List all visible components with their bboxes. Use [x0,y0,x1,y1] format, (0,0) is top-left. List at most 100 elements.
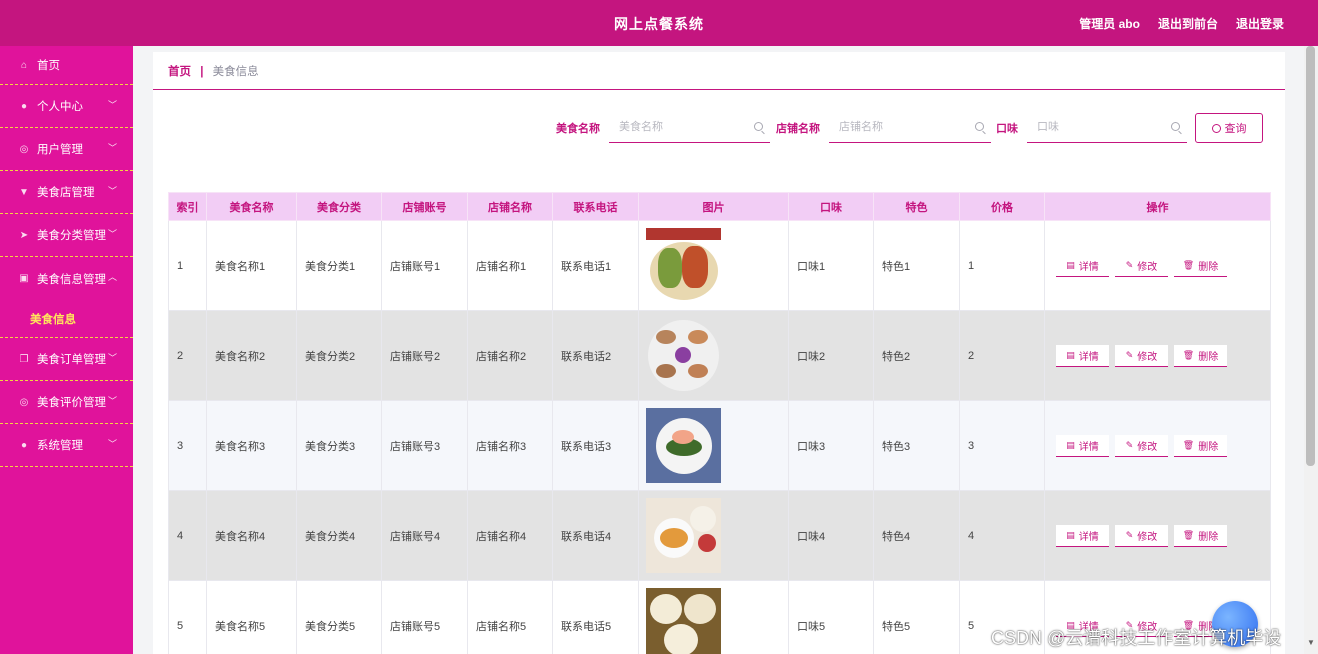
edit-button[interactable]: ✎ 修改 [1115,344,1168,367]
sidebar-item-category-management[interactable]: ➤ 美食分类管理 ﹀ [0,214,133,257]
taste-label: 口味 [996,123,1018,135]
cell-taste: 口味3 [788,400,874,491]
cell-shop-account: 店铺账号3 [381,400,468,491]
top-bar-actions: 管理员 abo 退出到前台 退出登录 [1079,15,1284,32]
user-icon: ● [20,439,28,451]
table-row: 1 美食名称1 美食分类1 店铺账号1 店铺名称1 联系电话1 口味1 特色1 1 ▤ 详情 ✎ 修改 🗑… [168,220,1271,311]
cell-phone: 联系电话1 [552,220,639,311]
edit-button[interactable]: ✎ 修改 [1115,524,1168,547]
food-image [646,318,721,393]
table-header-row: 索引 美食名称 美食分类 店铺账号 店铺名称 联系电话 图片 口味 特色 价格 … [168,192,1271,221]
column-header: 店铺账号 [381,192,468,221]
taste-input[interactable] [1027,113,1187,141]
send-icon: ➤ [19,229,29,241]
edit-button-label: 修改 [1137,351,1158,363]
food-image [646,588,721,654]
chevron-down-icon: ﹀ [107,186,117,196]
trash-icon: 🗑 [1182,259,1195,270]
delete-button-label: 删除 [1198,531,1219,543]
sidebar-item-label: 美食店管理 [37,187,95,199]
scrollbar-thumb[interactable] [1306,46,1315,466]
shop-name-input[interactable] [829,113,991,141]
cell-feature: 特色2 [873,310,960,401]
table-row: 3 美食名称3 美食分类3 店铺账号3 店铺名称3 联系电话3 口味3 特色3 3 ▤ 详情 ✎ 修改 🗑… [168,400,1271,491]
delete-button[interactable]: 🗑 删除 [1174,434,1227,457]
column-header: 价格 [959,192,1045,221]
edit-button[interactable]: ✎ 修改 [1115,434,1168,457]
cell-category: 美食分类2 [296,310,382,401]
breadcrumb-separator: | [200,66,204,78]
breadcrumb-home[interactable]: 首页 [168,66,191,78]
delete-button[interactable]: 🗑 删除 [1174,524,1227,547]
breadcrumb: 首页 | 美食信息 [168,63,259,79]
sidebar-item-food-info-management[interactable]: ▣ 美食信息管理 ︿ [0,257,133,300]
document-icon: ▤ [1066,349,1075,360]
table-row: 4 美食名称4 美食分类4 店铺账号4 店铺名称4 联系电话4 口味4 特色4 4 ▤ 详情 ✎ 修改 🗑… [168,490,1271,581]
cell-phone: 联系电话5 [552,580,639,654]
cell-shop-account: 店铺账号4 [381,490,468,581]
cell-shop-account: 店铺账号5 [381,580,468,654]
pencil-icon: ✎ [1125,259,1134,270]
column-header: 索引 [168,192,207,221]
cell-food-name: 美食名称2 [206,310,297,401]
column-header: 图片 [638,192,789,221]
main-content: 首页 | 美食信息 美食名称 店铺名称 口味 查询 索 [153,52,1285,654]
detail-button[interactable]: ▤ 详情 [1056,254,1109,277]
query-button[interactable]: 查询 [1195,113,1263,143]
sidebar-item-home[interactable]: ⌂ 首页 [0,46,133,85]
cell-shop-name: 店铺名称3 [467,400,553,491]
cell-index: 5 [168,580,207,654]
cell-phone: 联系电话3 [552,400,639,491]
cell-image [638,400,789,491]
delete-button-label: 删除 [1198,261,1219,273]
pencil-icon: ✎ [1125,439,1134,450]
cell-index: 2 [168,310,207,401]
scroll-down-arrow-icon[interactable]: ▼ [1307,638,1315,647]
sidebar-item-label: 美食信息管理 [37,273,106,286]
document-icon: ▤ [1066,259,1075,270]
cell-feature: 特色3 [873,400,960,491]
cell-feature: 特色4 [873,490,960,581]
detail-button-label: 详情 [1078,261,1099,273]
cell-shop-name: 店铺名称1 [467,220,553,311]
sidebar-item-review-management[interactable]: ◎ 美食评价管理 ﹀ [0,381,133,424]
trash-icon: 🗑 [1182,439,1195,450]
cell-actions: ▤ 详情 ✎ 修改 🗑 删除 [1044,310,1271,401]
delete-button[interactable]: 🗑 删除 [1174,254,1227,277]
sidebar-subitem-food-info[interactable]: 美食信息 [0,300,133,338]
sidebar-item-shop-management[interactable]: ▼ 美食店管理 ﹀ [0,171,133,214]
edit-button-label: 修改 [1137,261,1158,273]
detail-button[interactable]: ▤ 详情 [1056,524,1109,547]
sidebar-item-user-management[interactable]: ◎ 用户管理 ﹀ [0,128,133,171]
exit-to-front-link[interactable]: 退出到前台 [1158,15,1218,32]
cell-actions: ▤ 详情 ✎ 修改 🗑 删除 [1044,490,1271,581]
sidebar-item-system-management[interactable]: ● 系统管理 ﹀ [0,424,133,467]
cell-shop-account: 店铺账号2 [381,310,468,401]
top-bar: 网上点餐系统 管理员 abo 退出到前台 退出登录 [0,0,1318,46]
copy-icon: ❐ [19,353,29,365]
sidebar-item-order-management[interactable]: ❐ 美食订单管理 ﹀ [0,338,133,381]
admin-user-label[interactable]: 管理员 abo [1079,15,1140,32]
cell-category: 美食分类3 [296,400,382,491]
logout-link[interactable]: 退出登录 [1236,15,1284,32]
cell-shop-name: 店铺名称4 [467,490,553,581]
document-icon: ▤ [1066,529,1075,540]
detail-button[interactable]: ▤ 详情 [1056,434,1109,457]
edit-button[interactable]: ✎ 修改 [1115,254,1168,277]
compass-icon: ◎ [19,396,29,408]
delete-button-label: 删除 [1198,351,1219,363]
delete-button[interactable]: 🗑 删除 [1174,344,1227,367]
detail-button[interactable]: ▤ 详情 [1056,344,1109,367]
food-name-label: 美食名称 [556,123,600,135]
search-food-name: 美食名称 [556,113,770,143]
sidebar-item-personal-center[interactable]: ● 个人中心 ﹀ [0,85,133,128]
cell-index: 3 [168,400,207,491]
cell-shop-account: 店铺账号1 [381,220,468,311]
sidebar-item-label: 系统管理 [37,440,83,452]
chevron-down-icon: ﹀ [107,396,117,406]
document-icon: ▤ [1066,439,1075,450]
food-name-input[interactable] [609,113,770,141]
shop-name-label: 店铺名称 [776,123,820,135]
cell-feature: 特色1 [873,220,960,311]
chevron-up-icon: ︿ [107,272,117,282]
